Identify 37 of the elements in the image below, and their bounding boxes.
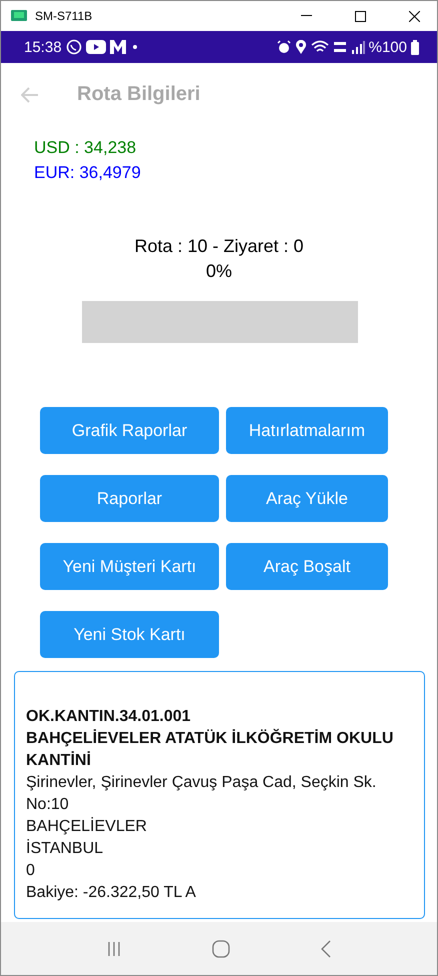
menu-button[interactable]: Yeni Stok Kartı: [40, 611, 219, 658]
wifi-icon: [310, 40, 329, 54]
status-time: 15:38: [24, 38, 62, 56]
menu-button[interactable]: Grafik Raporlar: [40, 407, 219, 454]
progress-percent: 0%: [206, 260, 232, 283]
play-icon: [86, 40, 106, 54]
customer-name: BAHÇELİEVELER ATATÜK İLKÖĞRETİM OKULU KANTİNİ: [26, 728, 394, 771]
customer-district: BAHÇELİEVLER: [26, 816, 148, 837]
customer-balance: Bakiye: -26.322,50 TL A: [26, 883, 197, 903]
back-icon[interactable]: [321, 940, 332, 958]
customer-address: Şirinevler, Şirinevler Çavuş Paşa Cad, Seçkin Sk. No:10: [26, 773, 378, 815]
menu-button[interactable]: Araç Boşalt: [226, 543, 388, 590]
alarm-icon: [276, 40, 291, 54]
signal-icon: [350, 40, 365, 54]
menu-button[interactable]: Raporlar: [40, 475, 219, 522]
screen-title: Rota Bilgileri: [77, 83, 200, 106]
chat-icon: [66, 39, 82, 55]
home-icon[interactable]: [212, 940, 230, 958]
close-icon[interactable]: [408, 10, 420, 22]
mail-icon: [110, 40, 126, 54]
location-icon: [294, 40, 307, 54]
menu-button[interactable]: Yeni Müşteri Kartı: [40, 543, 219, 590]
customer-city: İSTANBUL: [26, 838, 104, 859]
currency-rate: EUR: 36,4979: [34, 163, 142, 183]
window-title: SM-S711B: [35, 9, 92, 23]
menu-button[interactable]: Araç Yükle: [226, 475, 388, 522]
battery-icon: [411, 40, 419, 54]
route-summary: Rota : 10 - Ziyaret : 0: [134, 235, 304, 258]
maximize-icon[interactable]: [354, 10, 366, 22]
battery-percent: %100: [368, 38, 407, 56]
customer-code: OK.KANTIN.34.01.001: [26, 707, 192, 727]
recent-apps-icon[interactable]: [106, 940, 121, 956]
customer-value: 0: [26, 861, 36, 881]
currency-rate: USD : 34,238: [34, 138, 138, 158]
menu-button[interactable]: Hatırlatmalarım: [226, 407, 388, 454]
minimize-icon[interactable]: [300, 15, 312, 17]
app-icon: [11, 9, 27, 23]
